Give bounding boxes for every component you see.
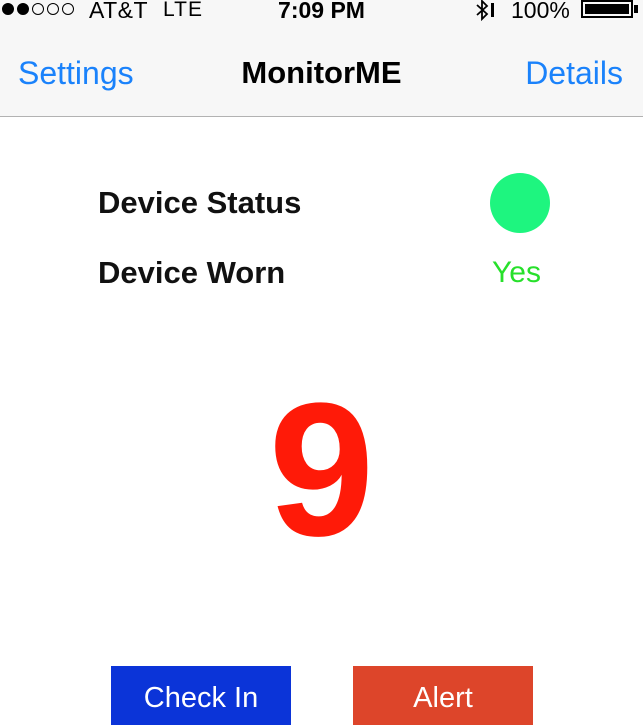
battery-tip xyxy=(634,5,638,13)
battery-fill xyxy=(585,4,629,14)
device-worn-value: Yes xyxy=(492,256,541,289)
details-button[interactable]: Details xyxy=(525,55,623,91)
check-in-button[interactable]: Check In xyxy=(111,666,291,725)
bluetooth-icon xyxy=(476,0,494,21)
device-status-indicator xyxy=(490,173,550,233)
battery-icon xyxy=(581,0,633,18)
battery-percent: 100% xyxy=(511,0,570,23)
countdown-counter: 9 xyxy=(268,364,375,576)
device-worn-label: Device Worn xyxy=(98,255,286,290)
app-screen: AT&T LTE 7:09 PM 100% Settings MonitorME… xyxy=(0,0,643,725)
device-status-label: Device Status xyxy=(98,185,302,220)
alert-button[interactable]: Alert xyxy=(353,666,533,725)
status-bar: AT&T LTE 7:09 PM 100% xyxy=(0,0,643,23)
